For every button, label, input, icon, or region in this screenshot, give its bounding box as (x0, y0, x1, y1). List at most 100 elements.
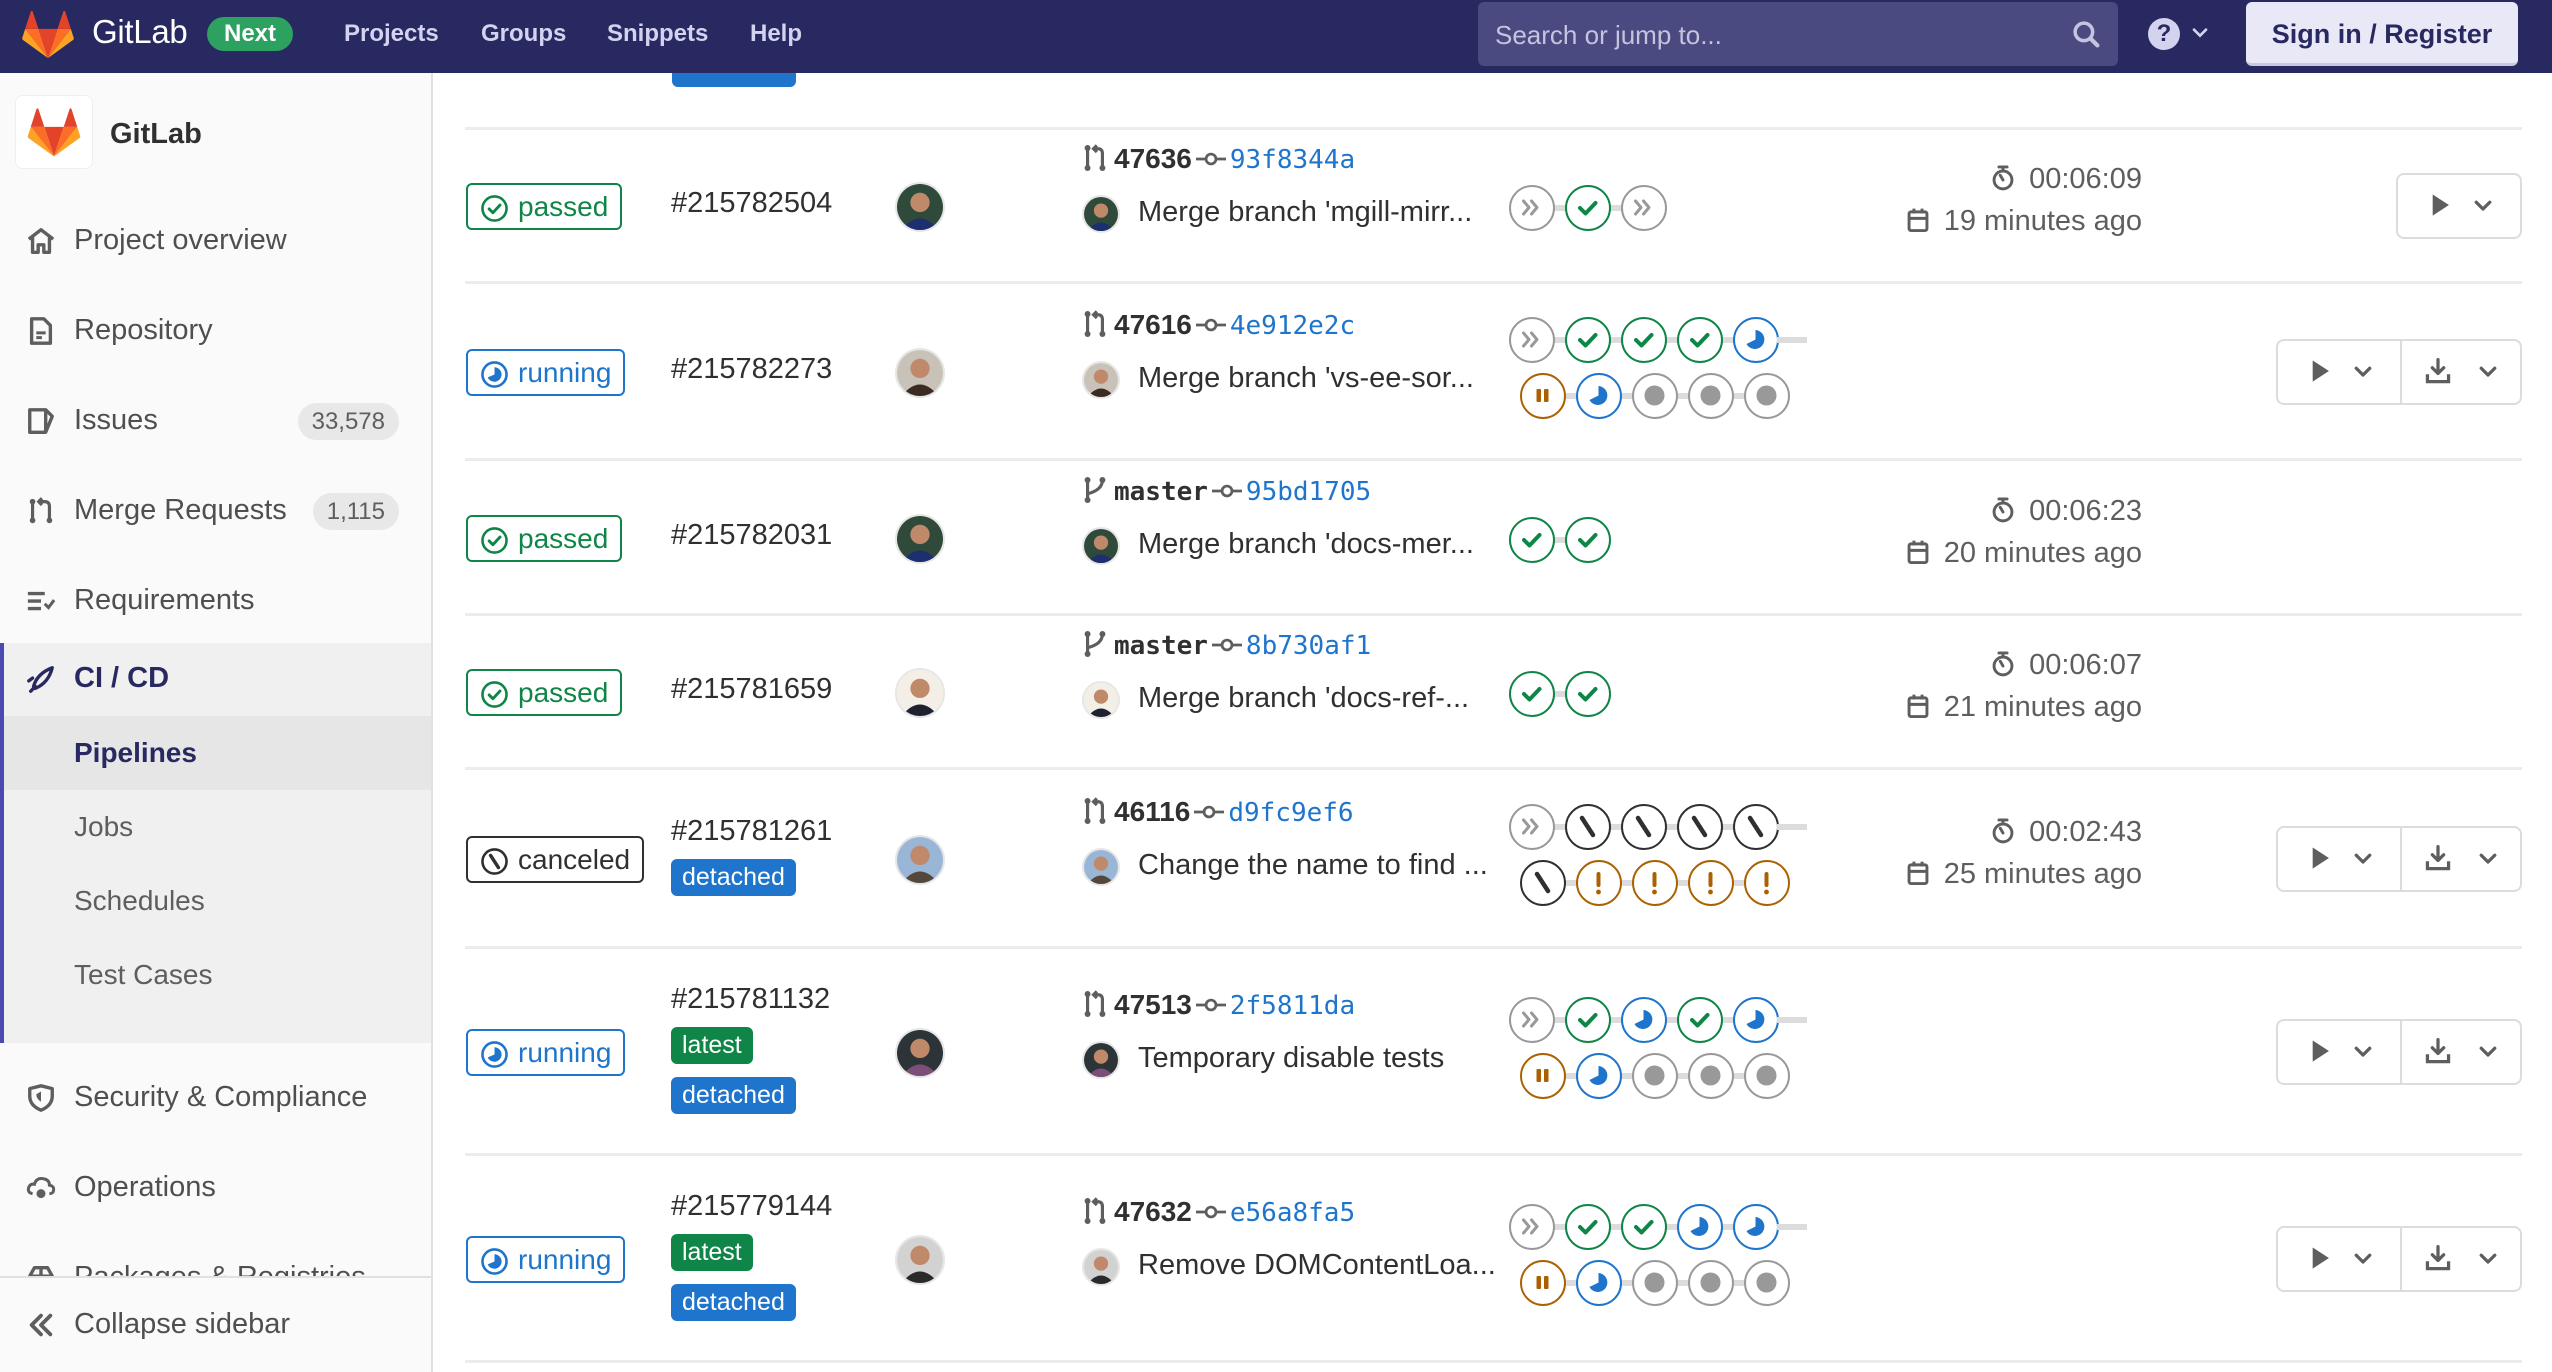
stage-running-icon[interactable] (1576, 1052, 1622, 1099)
commit-message-link[interactable]: Merge branch 'docs-mer... (1138, 528, 1474, 561)
status-badge-running[interactable]: running (466, 1235, 626, 1283)
commit-message-link[interactable]: Merge branch 'mgill-mirr... (1138, 196, 1472, 229)
triggerer-avatar[interactable] (895, 1027, 945, 1078)
pipeline-id-link[interactable]: #215782031 (671, 519, 832, 552)
commit-author-avatar[interactable] (1082, 1040, 1120, 1079)
play-manual-jobs-dropdown[interactable] (2278, 1021, 2400, 1083)
next-badge[interactable]: Next (207, 17, 294, 51)
download-artifacts-dropdown[interactable] (2402, 1228, 2520, 1290)
commit-sha-link[interactable]: d9fc9ef6 (1228, 798, 1353, 828)
commit-author-avatar[interactable] (1082, 195, 1120, 233)
sidebar-item-security-compliance[interactable]: Security & Compliance (0, 1062, 431, 1132)
stage-skipped-icon[interactable] (1621, 185, 1667, 231)
commit-sha-link[interactable]: 4e912e2c (1230, 311, 1355, 341)
status-badge-running[interactable]: running (466, 1028, 626, 1076)
status-badge-passed[interactable]: passed (466, 514, 623, 562)
stage-created-icon[interactable] (1688, 1259, 1734, 1306)
commit-sha-link[interactable]: e56a8fa5 (1230, 1198, 1355, 1228)
stage-created-icon[interactable] (1744, 1259, 1790, 1306)
stage-skipped-icon[interactable] (1509, 803, 1555, 850)
stage-success-icon[interactable] (1677, 316, 1723, 363)
commit-author-avatar[interactable] (1082, 360, 1120, 399)
sidebar-item-repository[interactable]: Repository (0, 295, 431, 365)
nav-help[interactable]: Help (750, 0, 802, 73)
brand-name[interactable]: GitLab (92, 13, 188, 51)
nav-groups[interactable]: Groups (481, 0, 566, 73)
help-icon[interactable]: ? (2148, 18, 2180, 50)
status-badge-running[interactable]: running (466, 348, 626, 396)
stage-running-icon[interactable] (1733, 316, 1779, 363)
stage-skipped-icon[interactable] (1509, 185, 1555, 231)
stage-success-icon[interactable] (1677, 996, 1723, 1043)
pipeline-id-link[interactable]: #215781659 (671, 673, 832, 706)
triggerer-avatar[interactable] (895, 513, 945, 564)
stage-success-icon[interactable] (1565, 316, 1611, 363)
stage-created-icon[interactable] (1744, 372, 1790, 419)
stage-success-icon[interactable] (1565, 671, 1611, 717)
download-artifacts-dropdown[interactable] (2402, 828, 2520, 890)
commit-author-avatar[interactable] (1082, 681, 1120, 719)
stage-success-icon[interactable] (1565, 516, 1611, 563)
project-name[interactable]: GitLab (110, 118, 202, 151)
sidebar-subitem-schedules[interactable]: Schedules (4, 864, 431, 938)
stage-canceled-icon[interactable] (1677, 803, 1723, 850)
pipeline-id-link[interactable]: #215781132 (671, 983, 830, 1016)
stage-canceled-icon[interactable] (1520, 859, 1566, 906)
stage-warning-icon[interactable] (1744, 859, 1790, 906)
chevron-down-icon[interactable] (2192, 27, 2208, 39)
stage-warning-icon[interactable] (1576, 859, 1622, 906)
pipeline-id-link[interactable]: #215782273 (671, 353, 832, 386)
commit-author-avatar[interactable] (1082, 526, 1120, 565)
stage-success-icon[interactable] (1621, 1203, 1667, 1250)
stage-success-icon[interactable] (1565, 185, 1611, 231)
sidebar-subitem-pipelines[interactable]: Pipelines (4, 716, 431, 790)
play-manual-jobs-dropdown[interactable] (2278, 1228, 2400, 1290)
sidebar-item-requirements[interactable]: Requirements (0, 565, 431, 635)
sidebar-item-cicd[interactable]: CI / CD (4, 643, 431, 715)
stage-success-icon[interactable] (1621, 316, 1667, 363)
triggerer-avatar[interactable] (895, 182, 945, 232)
stage-running-icon[interactable] (1576, 372, 1622, 419)
triggerer-avatar[interactable] (895, 347, 945, 398)
ref-link[interactable]: 47632 (1114, 1196, 1192, 1227)
triggerer-avatar[interactable] (895, 1234, 945, 1285)
pipeline-id-link[interactable]: #215782504 (671, 187, 832, 220)
ref-link[interactable]: 47636 (1114, 143, 1192, 174)
stage-running-icon[interactable] (1576, 1259, 1622, 1306)
stage-success-icon[interactable] (1509, 516, 1555, 563)
triggerer-avatar[interactable] (895, 834, 945, 885)
pipeline-id-link[interactable]: #215781261 (671, 815, 832, 848)
play-manual-jobs-dropdown[interactable] (2278, 341, 2400, 403)
stage-running-icon[interactable] (1621, 996, 1667, 1043)
ref-link[interactable]: master (1114, 477, 1208, 507)
commit-sha-link[interactable]: 2f5811da (1230, 991, 1355, 1021)
stage-running-icon[interactable] (1677, 1203, 1723, 1250)
ref-link[interactable]: 47513 (1114, 989, 1192, 1020)
stage-success-icon[interactable] (1565, 1203, 1611, 1250)
stage-canceled-icon[interactable] (1565, 803, 1611, 850)
pipeline-id-link[interactable]: #215779144 (671, 1190, 832, 1223)
stage-warning-icon[interactable] (1688, 859, 1734, 906)
sign-in-register-button[interactable]: Sign in / Register (2246, 2, 2518, 66)
stage-manual-icon[interactable] (1520, 1259, 1566, 1306)
commit-sha-link[interactable]: 95bd1705 (1246, 477, 1371, 507)
ref-link[interactable]: 46116 (1114, 796, 1190, 827)
play-manual-jobs-dropdown[interactable] (2278, 828, 2400, 890)
download-artifacts-dropdown[interactable] (2402, 1021, 2520, 1083)
nav-projects[interactable]: Projects (344, 0, 439, 73)
commit-sha-link[interactable]: 8b730af1 (1246, 631, 1371, 661)
stage-created-icon[interactable] (1632, 1052, 1678, 1099)
stage-running-icon[interactable] (1733, 996, 1779, 1043)
sidebar-subitem-jobs[interactable]: Jobs (4, 790, 431, 864)
download-artifacts-dropdown[interactable] (2402, 341, 2520, 403)
commit-message-link[interactable]: Remove DOMContentLoa... (1138, 1249, 1496, 1282)
status-badge-passed[interactable]: passed (466, 183, 623, 230)
play-manual-jobs-dropdown[interactable] (2398, 175, 2520, 237)
ref-link[interactable]: master (1114, 631, 1208, 661)
commit-author-avatar[interactable] (1082, 1247, 1120, 1286)
sidebar-item-issues[interactable]: Issues 33,578 (0, 385, 431, 455)
stage-success-icon[interactable] (1565, 996, 1611, 1043)
commit-message-link[interactable]: Change the name to find ... (1138, 849, 1488, 882)
stage-running-icon[interactable] (1733, 1203, 1779, 1250)
stage-warning-icon[interactable] (1632, 859, 1678, 906)
